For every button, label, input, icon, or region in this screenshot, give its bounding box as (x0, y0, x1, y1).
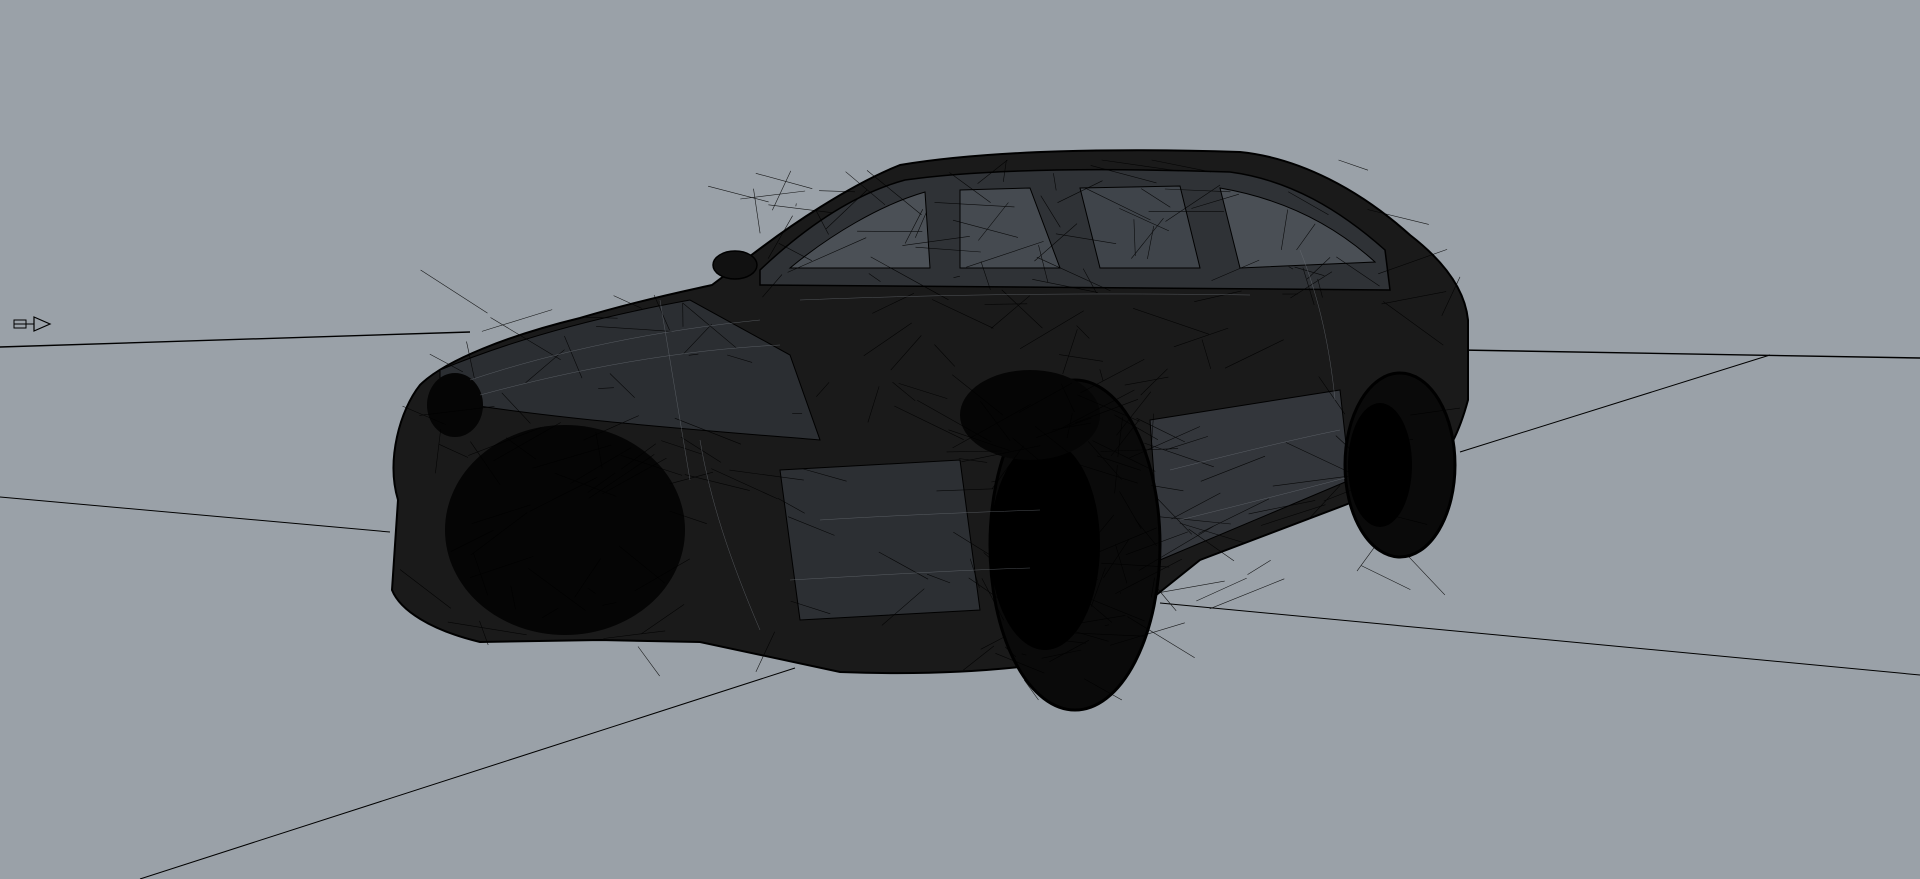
mesh-edge (1209, 578, 1285, 610)
grid-line-back-diagonal (1459, 354, 1771, 453)
mesh-edge (1157, 588, 1177, 611)
mesh-edge (795, 203, 797, 207)
mesh-edge (1361, 565, 1411, 590)
grid-line-front-diagonal (139, 667, 796, 879)
grid-line-horizon-right (1459, 349, 1920, 359)
grid-line-left-diagonal (0, 496, 391, 533)
3d-viewport[interactable] (0, 0, 1920, 879)
car-wireframe-model[interactable] (390, 149, 1469, 712)
rear-right-wheel (1343, 371, 1457, 559)
mesh-edge (708, 185, 769, 203)
front-grille (445, 425, 685, 635)
mesh-edge (1247, 560, 1271, 575)
mesh-edge (1356, 545, 1377, 572)
cplane-arrow-icon[interactable] (13, 316, 52, 332)
mesh-edge (772, 170, 792, 211)
grid-line-right-diagonal (1159, 602, 1920, 676)
side-mirror (712, 250, 758, 280)
headlight-left (427, 373, 483, 437)
mesh-edge (753, 188, 761, 234)
viewport-canvas[interactable] (0, 0, 1920, 879)
mesh-edge (1338, 159, 1369, 171)
mesh-edge (755, 173, 813, 189)
mesh-edge (740, 190, 806, 200)
mesh-edge (1406, 554, 1446, 596)
mesh-edge (637, 646, 660, 677)
front-wheel-arch (960, 370, 1100, 460)
grid-line-horizon-left (0, 331, 471, 348)
mesh-edge (420, 269, 488, 314)
